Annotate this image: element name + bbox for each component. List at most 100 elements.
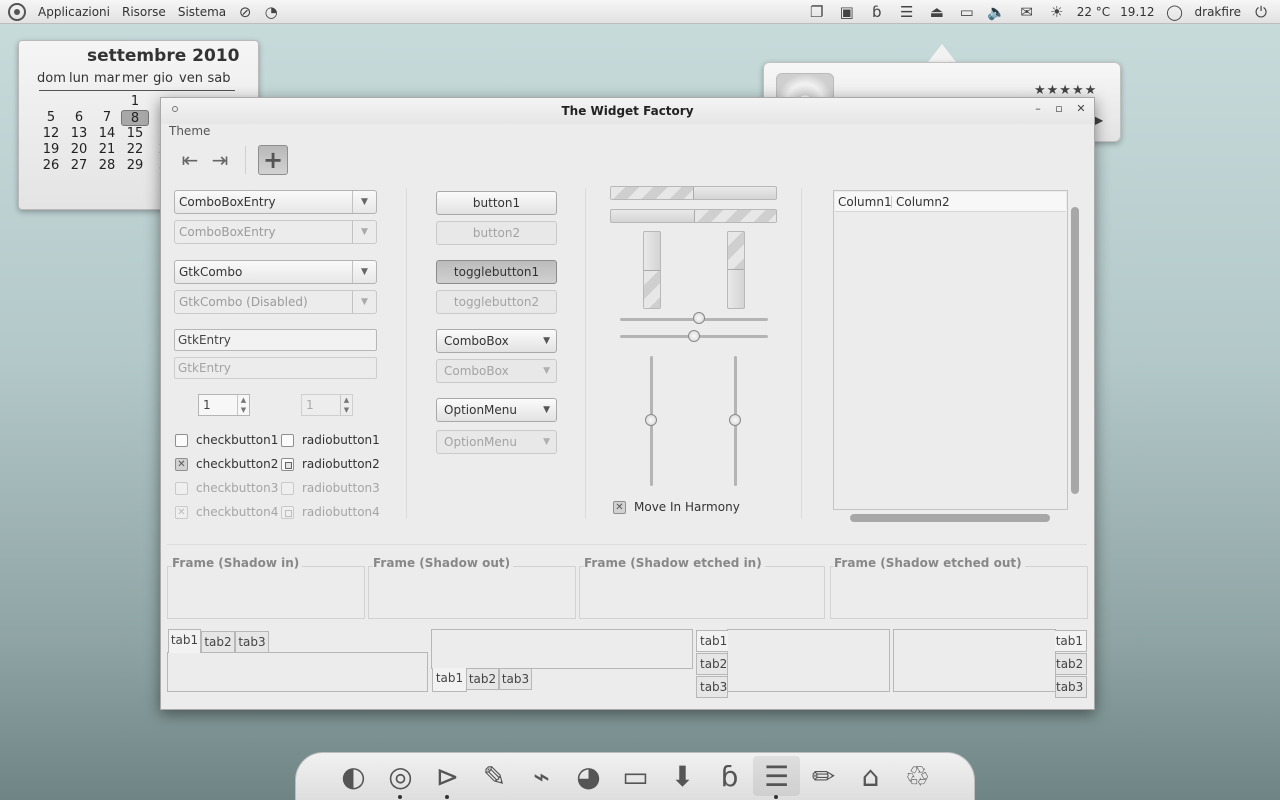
chevron-down-icon[interactable]: ▼ xyxy=(543,330,550,352)
calendar-day[interactable]: 21 xyxy=(93,142,121,158)
calendar-day[interactable]: 7 xyxy=(93,110,121,126)
calendar-day[interactable]: 12 xyxy=(37,126,65,142)
tab-bottom-3[interactable]: tab3 xyxy=(499,668,532,690)
last-icon[interactable]: ⇥ xyxy=(205,145,235,175)
tree-view[interactable]: Column1 Column2 xyxy=(833,190,1068,510)
package-icon[interactable]: ▣ xyxy=(837,2,857,22)
hscale-1-knob[interactable] xyxy=(693,312,705,324)
firefox-icon[interactable]: ◐ xyxy=(330,756,377,796)
radio-selected-icon[interactable] xyxy=(281,457,294,471)
calendar-day[interactable]: 22 xyxy=(121,142,149,158)
column-header-2[interactable]: Column2 xyxy=(896,192,950,212)
radiobutton-1[interactable]: radiobutton1 xyxy=(281,433,380,447)
rating-stars[interactable]: ★★★★★ xyxy=(1034,83,1097,98)
calendar-day[interactable]: 29 xyxy=(121,158,149,174)
calendar-day[interactable]: 27 xyxy=(65,158,93,174)
menu-places[interactable]: Risorse xyxy=(116,5,172,19)
column-header-1[interactable]: Column1 xyxy=(838,192,892,212)
calendar-day[interactable]: 19 xyxy=(37,142,65,158)
menu-system[interactable]: Sistema xyxy=(172,5,232,19)
checkbox-checked-icon[interactable]: ✕ xyxy=(175,457,188,471)
clock[interactable]: 19.12 xyxy=(1120,5,1154,19)
network-icon[interactable]: ☰ xyxy=(897,2,917,22)
tab-right-1[interactable]: tab1 xyxy=(1055,630,1087,652)
tab-left-3[interactable]: tab3 xyxy=(696,676,728,698)
calendar-day[interactable]: 14 xyxy=(93,126,121,142)
spinbutton[interactable]: 1 ▲ ▼ xyxy=(198,394,250,416)
vertical-scrollbar[interactable] xyxy=(1071,207,1079,494)
titlebar[interactable]: The Widget Factory – ▫ ✕ xyxy=(161,98,1094,124)
button1[interactable]: button1 xyxy=(436,191,557,215)
comboboxentry[interactable]: ComboBoxEntry ▼ xyxy=(174,190,377,214)
calendar-day[interactable]: 8 xyxy=(121,110,149,126)
software-center-icon[interactable]: ⬇ xyxy=(659,756,706,796)
chromium-icon[interactable]: ◎ xyxy=(377,756,424,799)
togglebutton1[interactable]: togglebutton1 xyxy=(436,260,557,284)
disk-icon[interactable]: ◕ xyxy=(565,756,612,796)
gtkcombo[interactable]: GtkCombo ▼ xyxy=(174,260,377,284)
calendar-day[interactable]: 1 xyxy=(121,94,149,110)
ubuntu-logo-icon[interactable] xyxy=(8,2,26,21)
mail-icon[interactable]: ✉ xyxy=(1017,2,1037,22)
maximize-icon[interactable]: ▫ xyxy=(1052,102,1066,116)
b-app-icon[interactable]: ɓ xyxy=(867,2,887,22)
home-icon[interactable]: ⌂ xyxy=(847,756,894,796)
drive-icon[interactable]: ⏏ xyxy=(927,2,947,22)
add-icon[interactable]: + xyxy=(258,145,288,175)
power-icon[interactable]: ⏻ xyxy=(1251,2,1271,22)
chevron-down-icon[interactable]: ▼ xyxy=(352,261,376,283)
chevron-down-icon[interactable]: ▼ xyxy=(543,399,550,421)
gimp-icon[interactable]: ✎ xyxy=(471,756,518,796)
forbidden-icon[interactable]: ⊘ xyxy=(235,2,255,22)
first-icon[interactable]: ⇤ xyxy=(175,145,205,175)
gauge-icon[interactable]: ◔ xyxy=(261,2,281,22)
hscale-2-knob[interactable] xyxy=(688,330,700,342)
close-icon[interactable]: ✕ xyxy=(1074,102,1088,116)
workspace-icon[interactable]: ❐ xyxy=(807,2,827,22)
optionmenu[interactable]: OptionMenu ▼ xyxy=(436,398,557,422)
tab-top-2[interactable]: tab2 xyxy=(201,631,235,653)
tab-top-1[interactable]: tab1 xyxy=(168,629,201,653)
checkbox-checked-icon[interactable]: ✕ xyxy=(613,500,626,514)
calendar-day[interactable]: 13 xyxy=(65,126,93,142)
trash-icon[interactable]: ♲ xyxy=(894,756,941,796)
minimize-icon[interactable]: – xyxy=(1031,102,1045,116)
next-icon[interactable]: ▶ xyxy=(1094,113,1103,127)
calendar-day[interactable]: 15 xyxy=(121,126,149,142)
calendar-day[interactable]: 5 xyxy=(37,110,65,126)
menu-theme[interactable]: Theme xyxy=(169,124,210,138)
tab-bottom-2[interactable]: tab2 xyxy=(466,668,499,690)
system-monitor-icon[interactable]: ⌁ xyxy=(518,756,565,796)
radiobutton-2[interactable]: radiobutton2 xyxy=(281,457,380,471)
tab-left-1[interactable]: tab1 xyxy=(696,630,728,652)
weather-icon[interactable]: ☀ xyxy=(1047,2,1067,22)
calendar-day[interactable]: 28 xyxy=(93,158,121,174)
gtkentry[interactable]: GtkEntry xyxy=(174,329,377,351)
media-player-icon[interactable]: ⊳ xyxy=(424,756,471,799)
combobox[interactable]: ComboBox ▼ xyxy=(436,329,557,353)
calendar-day[interactable]: 26 xyxy=(37,158,65,174)
text-editor-icon[interactable]: ☰ xyxy=(753,756,800,799)
pencil-icon[interactable]: ✏ xyxy=(800,756,847,796)
checkbutton-2[interactable]: ✕ checkbutton2 xyxy=(175,457,278,471)
terminal-icon[interactable]: ▭ xyxy=(612,756,659,796)
calendar-day[interactable]: 20 xyxy=(65,142,93,158)
spin-arrows-icon[interactable]: ▲ ▼ xyxy=(237,395,249,415)
vscale-2-knob[interactable] xyxy=(729,414,741,426)
tab-right-2[interactable]: tab2 xyxy=(1055,653,1087,675)
tab-right-3[interactable]: tab3 xyxy=(1055,676,1087,698)
tab-bottom-1[interactable]: tab1 xyxy=(432,668,467,692)
checkbutton-1[interactable]: checkbutton1 xyxy=(175,433,278,447)
battery-icon[interactable]: ▭ xyxy=(957,2,977,22)
vscale-1-knob[interactable] xyxy=(645,414,657,426)
horizontal-scrollbar[interactable] xyxy=(850,514,1050,522)
chevron-down-icon[interactable]: ▼ xyxy=(352,191,376,213)
menu-applications[interactable]: Applicazioni xyxy=(32,5,116,19)
move-in-harmony-check[interactable]: ✕ Move In Harmony xyxy=(613,500,740,514)
user-icon[interactable]: ◯ xyxy=(1165,2,1185,22)
volume-icon[interactable]: 🔈 xyxy=(987,2,1007,22)
radio-icon[interactable] xyxy=(281,433,294,447)
b-app-icon[interactable]: ɓ xyxy=(706,756,753,796)
calendar-day[interactable]: 6 xyxy=(65,110,93,126)
user-name[interactable]: drakfire xyxy=(1195,5,1241,19)
